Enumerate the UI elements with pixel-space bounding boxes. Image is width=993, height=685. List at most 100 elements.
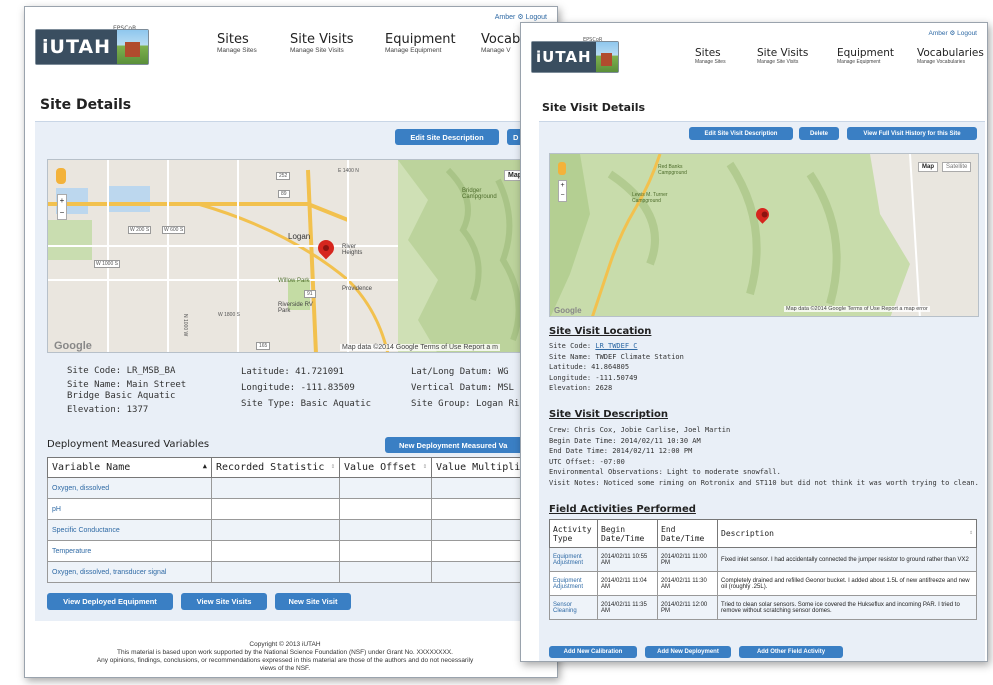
- variable-link[interactable]: pH: [52, 506, 61, 513]
- field-activities-table: Activity Type Begin Date/Time End Date/T…: [549, 519, 977, 620]
- nav-subtitle[interactable]: Manage Equipment: [837, 59, 917, 65]
- nav-title[interactable]: Site Visits: [290, 32, 385, 47]
- column-header[interactable]: Recorded Statistic: [216, 462, 324, 473]
- nav-title[interactable]: Site Visits: [757, 47, 837, 59]
- table-row[interactable]: Temperature: [47, 540, 557, 562]
- col-end-datetime[interactable]: End Date/Time: [657, 519, 718, 548]
- table-row[interactable]: Sensor Cleaning 2014/02/11 11:35 AM 2014…: [549, 595, 977, 620]
- view-site-visits-button[interactable]: View Site Visits: [181, 593, 267, 610]
- col-recorded-statistic[interactable]: Recorded Statistic ⇕: [211, 457, 340, 478]
- visit-map[interactable]: Map Satellite + − Red Banks Campground Le…: [549, 153, 979, 317]
- nav-equipment[interactable]: Equipment Manage Equipment: [385, 32, 481, 54]
- nav-subtitle[interactable]: Manage Vocabularies: [917, 59, 987, 65]
- map-attribution[interactable]: Map data ©2014 Google Terms of Use Repor…: [784, 306, 930, 312]
- nav-sites[interactable]: Sites Manage Sites: [217, 32, 290, 54]
- nav-title[interactable]: Equipment: [837, 47, 917, 59]
- variable-link[interactable]: Oxygen, dissolved, transducer signal: [52, 569, 166, 576]
- nav-title[interactable]: Equipment: [385, 32, 481, 47]
- nav-subtitle[interactable]: Manage Equipment: [385, 47, 481, 54]
- logout-link[interactable]: Logout: [526, 14, 547, 21]
- site-map[interactable]: Map S +− Logan Bridger Campground Willow…: [47, 159, 557, 353]
- table-row[interactable]: Oxygen, dissolved, transducer signal: [47, 561, 557, 583]
- map-place-label: Providence: [342, 286, 373, 292]
- column-header[interactable]: End Date/Time: [661, 525, 704, 543]
- user-name[interactable]: Amber: [929, 30, 948, 37]
- sort-icon[interactable]: ⇕: [331, 462, 335, 470]
- sort-icon[interactable]: ⇕: [423, 462, 427, 470]
- map-place-label: Lewis M. Turner Campground: [632, 192, 668, 204]
- activity-type-link[interactable]: Equipment Adjustment: [553, 554, 583, 566]
- nav-equipment[interactable]: Equipment Manage Equipment: [837, 47, 917, 65]
- nav-title[interactable]: Vocabularies: [917, 47, 987, 59]
- column-header[interactable]: Variable Name: [52, 462, 130, 473]
- nav-site-visits[interactable]: Site Visits Manage Site Visits: [757, 47, 837, 65]
- table-row[interactable]: Specific Conductance: [47, 519, 557, 541]
- column-header[interactable]: Description: [721, 529, 774, 538]
- zoom-out-icon[interactable]: −: [560, 192, 564, 199]
- zoom-control[interactable]: + −: [558, 180, 567, 202]
- col-variable-name[interactable]: Variable Name ▲: [47, 457, 212, 478]
- new-site-visit-button[interactable]: New Site Visit: [275, 593, 351, 610]
- col-begin-datetime[interactable]: Begin Date/Time: [597, 519, 658, 548]
- user-name[interactable]: Amber: [495, 14, 516, 21]
- edit-site-description-button[interactable]: Edit Site Description: [395, 129, 499, 145]
- zoom-out-icon[interactable]: −: [60, 208, 65, 217]
- col-activity-type[interactable]: Activity Type: [549, 519, 598, 548]
- add-other-field-activity-button[interactable]: Add Other Field Activity: [739, 646, 843, 658]
- visit-utc-offset: UTC Offset: -07:00: [549, 457, 625, 466]
- view-visit-history-button[interactable]: View Full Visit History for this Site: [847, 127, 977, 140]
- table-row[interactable]: Equipment Adjustment 2014/02/11 10:55 AM…: [549, 547, 977, 572]
- column-header[interactable]: Value Offset: [344, 462, 416, 473]
- gear-icon[interactable]: ⚙: [517, 14, 523, 21]
- map-type-satellite-button[interactable]: Satellite: [942, 162, 972, 172]
- site-details-window: Amber ⚙ Logout EPSCoR iUTAH SitesManage …: [24, 6, 558, 678]
- iutah-logo[interactable]: iUTAH: [531, 41, 619, 73]
- footer-copyright: Copyright © 2013 iUTAH This material is …: [25, 641, 557, 673]
- zoom-in-icon[interactable]: +: [60, 196, 65, 205]
- user-menu[interactable]: Amber ⚙ Logout: [495, 13, 547, 21]
- iutah-logo[interactable]: iUTAH: [35, 29, 149, 65]
- zoom-control[interactable]: + −: [57, 194, 67, 220]
- pegman-icon[interactable]: [56, 168, 66, 184]
- map-attribution[interactable]: Map data ©2014 Google Terms of Use Repor…: [340, 344, 500, 351]
- column-header[interactable]: Value Multipli: [436, 462, 520, 473]
- sort-icon[interactable]: ⇕: [969, 529, 973, 536]
- nav-vocabularies[interactable]: Vocabularies Manage Vocabularies: [917, 47, 987, 65]
- copyright-line: views of the NSF.: [259, 665, 311, 672]
- nav-site-visits[interactable]: Site Visits Manage Site Visits: [290, 32, 385, 54]
- add-new-calibration-button[interactable]: Add New Calibration: [549, 646, 637, 658]
- nav-subtitle[interactable]: Manage Site Visits: [290, 47, 385, 54]
- table-row[interactable]: pH: [47, 498, 557, 520]
- zoom-in-icon[interactable]: +: [560, 182, 564, 189]
- nav-title[interactable]: Sites: [695, 47, 757, 59]
- logout-link[interactable]: Logout: [957, 30, 977, 37]
- nav-subtitle[interactable]: Manage Sites: [217, 47, 290, 54]
- delete-visit-button[interactable]: Delete: [799, 127, 839, 140]
- variable-link[interactable]: Specific Conductance: [52, 527, 120, 534]
- col-description[interactable]: Description ⇕: [717, 519, 977, 548]
- variable-link[interactable]: Oxygen, dissolved: [52, 485, 109, 492]
- nav-title[interactable]: Sites: [217, 32, 290, 47]
- nav-subtitle[interactable]: Manage Sites: [695, 59, 757, 65]
- sort-icon[interactable]: ▲: [203, 462, 207, 470]
- col-value-offset[interactable]: Value Offset ⇕: [339, 457, 432, 478]
- site-code-link[interactable]: LR_TWDEF_C: [595, 342, 637, 350]
- add-new-deployment-button[interactable]: Add New Deployment: [645, 646, 731, 658]
- activity-type-link[interactable]: Equipment Adjustment: [553, 578, 583, 590]
- column-header[interactable]: Begin Date/Time: [601, 525, 644, 543]
- table-row[interactable]: Equipment Adjustment 2014/02/11 11:04 AM…: [549, 571, 977, 596]
- visit-description-title: Site Visit Description: [549, 409, 668, 420]
- view-deployed-equipment-button[interactable]: View Deployed Equipment: [47, 593, 173, 610]
- map-place-label: River Heights: [342, 244, 363, 256]
- nav-sites[interactable]: Sites Manage Sites: [695, 47, 757, 65]
- edit-site-visit-button[interactable]: Edit Site Visit Description: [689, 127, 793, 140]
- table-row[interactable]: Oxygen, dissolved: [47, 477, 557, 499]
- activity-type-link[interactable]: Sensor Cleaning: [553, 602, 577, 614]
- variable-link[interactable]: Temperature: [52, 548, 91, 555]
- column-header[interactable]: Activity Type: [553, 525, 592, 543]
- pegman-icon[interactable]: [558, 162, 566, 175]
- nav-subtitle[interactable]: Manage Site Visits: [757, 59, 837, 65]
- gear-icon[interactable]: ⚙: [949, 30, 955, 37]
- user-menu[interactable]: Amber ⚙ Logout: [929, 29, 978, 37]
- map-type-map-button[interactable]: Map: [918, 162, 938, 172]
